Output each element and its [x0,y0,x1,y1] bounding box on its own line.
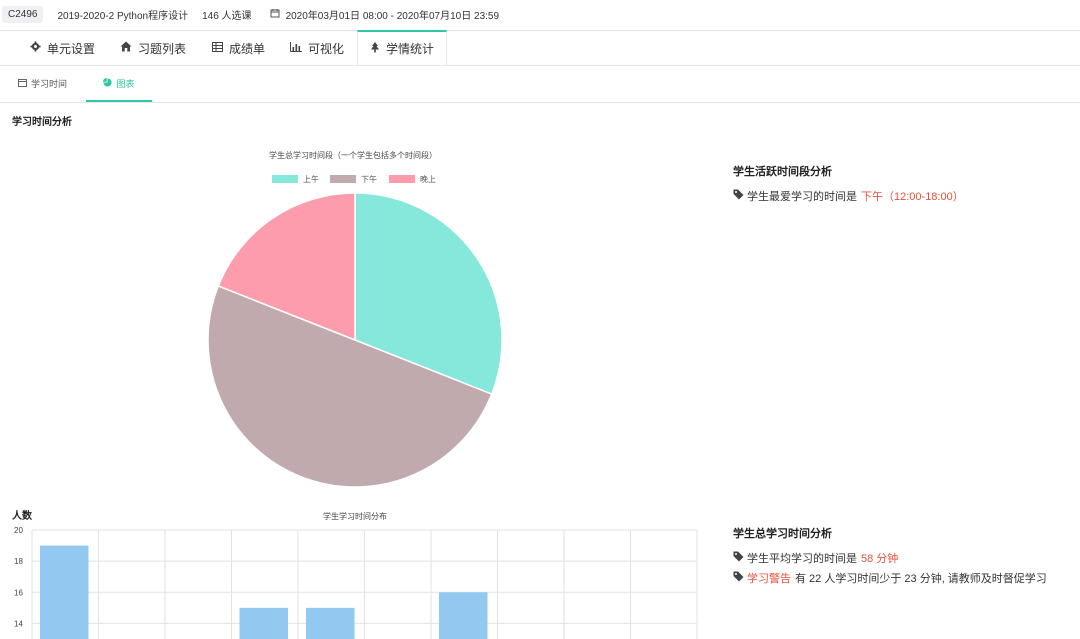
active-period-prefix: 学生最爱学习的时间是 [747,191,857,203]
subtab-study-time[interactable]: 学习时间 [18,66,72,101]
tab-gradebook[interactable]: 成绩单 [212,31,265,65]
y-tick-label: 18 [14,557,23,566]
legend-label: 上午 [303,174,319,184]
tab-label: 学情统计 [386,42,435,56]
course-code-badge: C2496 [2,5,44,23]
tab-unit-settings[interactable]: 单元设置 [30,31,95,65]
course-info-bar: C2496 2019-2020-2 Python程序设计 146 人选课 202… [0,0,1080,28]
tab-label: 习题列表 [138,41,187,56]
active-period-title: 学生活跃时间段分析 [733,166,832,178]
date-range: 2020年03月01日 08:00 - 2020年07月10日 23:59 [285,10,500,22]
subtab-label: 图表 [116,78,135,89]
bar-chart-icon [290,41,302,55]
legend-label: 晚上 [420,174,436,184]
tab-label: 可视化 [308,41,345,56]
tab-learning-stats[interactable]: 学情统计 [357,30,448,65]
avg-time-value: 58 分钟 [861,553,899,565]
tree-icon [370,41,380,56]
pie-chart: 学生总学习时间段（一个学生包括多个时间段） 上午 下午 晚上 [207,150,503,488]
active-period-value: 下午（12:00-18:00） [861,191,964,203]
bar[interactable] [306,607,355,639]
bar[interactable] [239,607,289,639]
tab-exercise-list[interactable]: 习题列表 [120,31,186,65]
subtab-charts[interactable]: 图表 [86,66,152,102]
bar-title: 学生学习时间分布 [323,511,387,521]
y-tick-label: 14 [14,619,23,628]
subtab-label: 学习时间 [31,79,68,89]
course-name: 2019-2020-2 Python程序设计 [57,10,189,22]
home-icon [120,41,132,55]
bar-ylabel: 人数 [12,509,33,522]
avg-time-line: 学生平均学习的时间是 58 分钟 [733,550,898,566]
y-tick-label: 20 [14,526,23,535]
pie-chart-icon [103,77,113,89]
bar-grid: 14 16 18 20 [14,526,698,639]
legend-swatch[interactable] [272,175,298,183]
bar-chart: 人数 学生学习时间分布 14 16 18 20 [12,509,698,639]
tag-icon [733,189,744,203]
tab-label: 成绩单 [229,41,266,56]
calendar-icon [270,8,280,21]
table-icon [212,41,223,55]
tag-icon [733,571,744,585]
pie-title: 学生总学习时间段（一个学生包括多个时间段） [269,150,437,160]
section-title: 学习时间分析 [12,117,72,128]
warning-line: 学习警告 有 22 人学习时间少于 23 分钟, 请教师及时督促学习 [733,570,1047,586]
y-tick-label: 16 [14,588,23,597]
bar[interactable] [439,592,488,639]
student-count: 146 人选课 [202,10,252,22]
pie-slices [207,192,503,488]
total-time-title: 学生总学习时间分析 [733,528,832,540]
warning-label: 学习警告 [747,573,791,585]
sub-tabs: 学习时间 图表 [0,66,1080,103]
legend-swatch[interactable] [330,175,356,183]
legend-swatch[interactable] [389,175,415,183]
calendar-icon [18,78,27,89]
warning-text: 有 22 人学习时间少于 23 分钟, 请教师及时督促学习 [795,573,1047,585]
tab-visualization[interactable]: 可视化 [290,31,344,65]
pie-legend: 上午 下午 晚上 [272,174,436,184]
main-tabs: 单元设置 习题列表 成绩单 可视化 学情统计 [0,30,1080,66]
tab-label: 单元设置 [47,41,96,56]
legend-label: 下午 [361,174,377,184]
gear-icon [30,41,41,55]
active-period-line: 学生最爱学习的时间是 下午（12:00-18:00） [733,188,964,204]
tag-icon [733,551,744,565]
bar[interactable] [40,545,89,639]
avg-time-prefix: 学生平均学习的时间是 [747,553,857,565]
